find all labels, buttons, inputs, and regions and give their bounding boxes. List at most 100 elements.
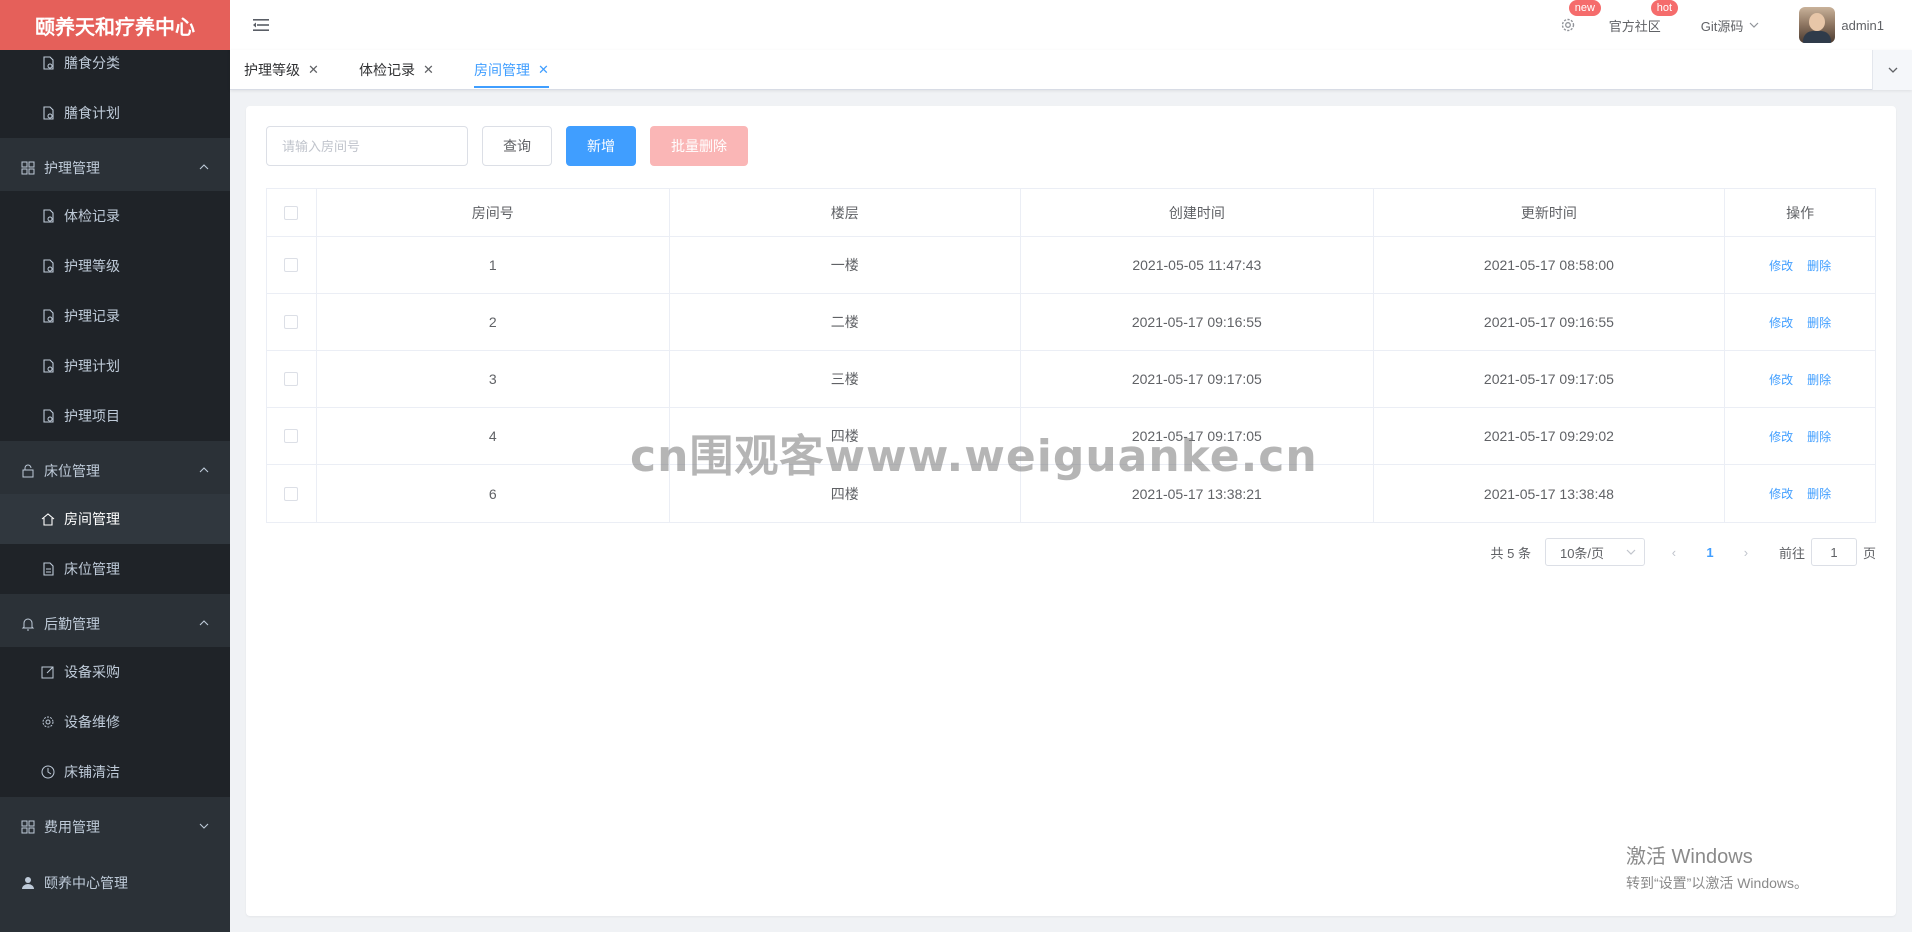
tab-checkup-records[interactable]: 体检记录 ✕ — [359, 50, 434, 90]
settings-button[interactable]: new — [1559, 0, 1601, 34]
tab-room-management[interactable]: 房间管理 ✕ — [474, 50, 549, 90]
delete-link[interactable]: 删除 — [1807, 371, 1831, 388]
delete-link[interactable]: 删除 — [1807, 314, 1831, 331]
next-page-button[interactable]: › — [1731, 545, 1761, 560]
delete-link[interactable]: 删除 — [1807, 428, 1831, 445]
watermark: cn围观客www.weiguanke.cn — [630, 431, 1318, 482]
tags-view: 护理等级 ✕ 体检记录 ✕ 房间管理 ✕ — [230, 50, 1912, 90]
edit-link[interactable]: 修改 — [1769, 485, 1793, 502]
close-icon[interactable]: ✕ — [308, 62, 319, 78]
actions-cell: 修改 删除 — [1725, 408, 1875, 464]
total-count: 共 5 条 — [1490, 545, 1531, 561]
close-icon[interactable]: ✕ — [423, 62, 434, 78]
edit-link[interactable]: 修改 — [1769, 314, 1793, 331]
community-label: 官方社区 — [1608, 18, 1661, 34]
sidebar-item-2[interactable]: 护理管理 — [0, 143, 230, 193]
sidebar-item-label: 房间管理 — [64, 511, 120, 527]
room-number: 3 — [317, 351, 670, 407]
document-icon — [40, 358, 56, 374]
git-dropdown[interactable]: Git源码 — [1701, 16, 1760, 35]
activation-subtitle: 转到“设置”以激活 Windows。 — [1626, 875, 1809, 891]
updated-time: 2021-05-17 09:29:02 — [1374, 408, 1726, 464]
page-number[interactable]: 1 — [1695, 545, 1725, 560]
add-button[interactable]: 新增 — [566, 126, 636, 166]
updated-time: 2021-05-17 08:58:00 — [1374, 237, 1726, 293]
page-size-value: 10条/页 — [1559, 545, 1605, 561]
gear-icon — [1561, 18, 1574, 32]
table-row: 2 二楼 2021-05-17 09:16:55 2021-05-17 09:16:5… — [267, 294, 1875, 351]
user-name: admin1 — [1841, 17, 1884, 33]
main-card: 查询 新增 批量删除 房间号 楼层 创建时间 更新时间 操作 1一楼2021-0… — [246, 106, 1896, 916]
sidebar-item-16[interactable]: 颐养中心管理 — [0, 858, 230, 908]
sidebar-item-4[interactable]: 护理等级 — [0, 241, 230, 291]
row-checkbox[interactable] — [284, 315, 299, 329]
grid-icon — [20, 819, 36, 835]
checkbox-cell — [267, 465, 317, 522]
sidebar-item-12[interactable]: 设备采购 — [0, 647, 230, 697]
goto-page-input[interactable]: 1 — [1810, 538, 1857, 566]
sidebar-item-label: 护理计划 — [64, 358, 120, 374]
sidebar-item-5[interactable]: 护理记录 — [0, 291, 230, 341]
row-checkbox[interactable] — [284, 486, 299, 501]
avatar — [1799, 7, 1836, 43]
sidebar-item-label: 膳食计划 — [64, 105, 120, 121]
edit-link[interactable]: 修改 — [1769, 371, 1793, 388]
row-checkbox[interactable] — [284, 372, 299, 386]
sidebar-item-11[interactable]: 后勤管理 — [0, 599, 230, 649]
row-checkbox[interactable] — [284, 429, 299, 443]
floor: 二楼 — [670, 294, 1022, 350]
community-link[interactable]: 官方社区 hot — [1608, 0, 1679, 35]
document-icon — [40, 105, 56, 121]
sidebar-item-label: 护理项目 — [64, 408, 120, 424]
sidebar-item-1[interactable]: 膳食计划 — [0, 88, 230, 138]
actions-cell: 修改 删除 — [1725, 465, 1875, 522]
header-updated: 更新时间 — [1374, 189, 1726, 236]
chevron-down-icon — [1888, 67, 1897, 73]
sidebar-item-10[interactable]: 床位管理 — [0, 544, 230, 594]
sidebar-item-label: 颐养中心管理 — [44, 875, 128, 891]
sidebar-item-13[interactable]: 设备维修 — [0, 697, 230, 747]
row-checkbox[interactable] — [284, 258, 299, 272]
sidebar-item-3[interactable]: 体检记录 — [0, 191, 230, 241]
tab-label: 房间管理 — [474, 62, 530, 78]
page-size-select[interactable]: 10条/页 — [1544, 538, 1645, 566]
tab-nursing-level[interactable]: 护理等级 ✕ — [244, 50, 319, 90]
page-suffix: 页 — [1862, 545, 1876, 561]
prev-page-button[interactable]: ‹ — [1659, 545, 1689, 560]
query-button[interactable]: 查询 — [482, 126, 552, 166]
file-icon — [40, 561, 56, 577]
close-icon[interactable]: ✕ — [538, 62, 549, 78]
delete-link[interactable]: 删除 — [1807, 257, 1831, 274]
sidebar-item-6[interactable]: 护理计划 — [0, 341, 230, 391]
sidebar-item-14[interactable]: 床铺清洁 — [0, 747, 230, 797]
sidebar-item-15[interactable]: 费用管理 — [0, 802, 230, 852]
table-row: 3 三楼 2021-05-17 09:17:05 2021-05-17 09:17:0… — [267, 351, 1875, 408]
activation-title: 激活 Windows — [1626, 846, 1753, 868]
document-icon — [40, 308, 56, 324]
sidebar-item-9[interactable]: 房间管理 — [0, 494, 230, 544]
git-label: Git源码 — [1700, 18, 1744, 34]
edit-link[interactable]: 修改 — [1769, 428, 1793, 445]
actions-cell: 修改 删除 — [1725, 351, 1875, 407]
sidebar-item-8[interactable]: 床位管理 — [0, 446, 230, 496]
hamburger-icon[interactable] — [252, 16, 270, 34]
batch-delete-button[interactable]: 批量删除 — [650, 126, 748, 166]
select-all-checkbox[interactable] — [284, 205, 299, 220]
delete-link[interactable]: 删除 — [1807, 485, 1831, 502]
user-dropdown[interactable]: admin1 — [1799, 7, 1884, 43]
checkbox-cell — [267, 351, 317, 407]
sidebar-item-label: 护理管理 — [44, 160, 100, 176]
gear-icon — [40, 714, 56, 730]
sidebar-item-label: 设备采购 — [64, 664, 120, 680]
header-floor: 楼层 — [670, 189, 1022, 236]
sidebar-item-label: 设备维修 — [64, 714, 120, 730]
home-icon — [40, 511, 56, 527]
sidebar-item-label: 膳食分类 — [64, 55, 120, 71]
tags-dropdown-button[interactable] — [1872, 50, 1912, 90]
sidebar-item-7[interactable]: 护理项目 — [0, 391, 230, 441]
room-search-input[interactable] — [266, 126, 468, 166]
new-badge: new — [1568, 0, 1601, 16]
document-icon — [40, 258, 56, 274]
edit-link[interactable]: 修改 — [1769, 257, 1793, 274]
sidebar-item-label: 护理等级 — [64, 258, 120, 274]
